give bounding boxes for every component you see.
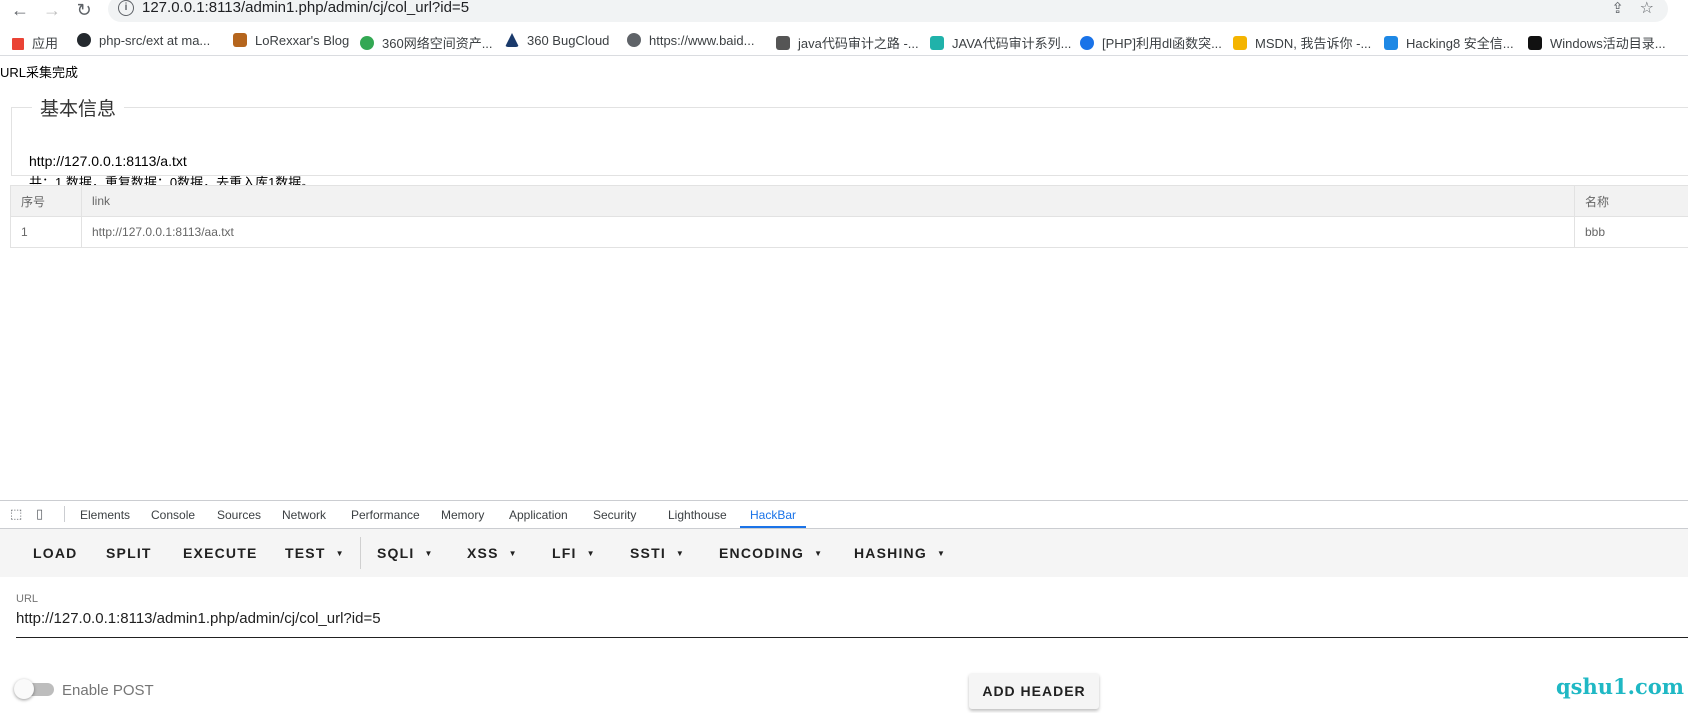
column-header: link: [82, 186, 1575, 217]
apps-grid-icon: [12, 38, 24, 50]
tab-lighthouse[interactable]: Lighthouse: [668, 508, 727, 522]
basic-info-panel: 基本信息 http://127.0.0.1:8113/a.txt 共：1 数据，…: [11, 94, 1688, 176]
bookmark-item[interactable]: Windows活动目录...: [1528, 33, 1666, 52]
caret-down-icon: ▼: [509, 549, 518, 558]
tab-security[interactable]: Security: [593, 508, 636, 522]
address-url[interactable]: 127.0.0.1:8113/admin1.php/admin/cj/col_u…: [142, 0, 469, 16]
bookmarks-bar: 应用 php-src/ext at ma... LoRexxar's Blog …: [0, 29, 1688, 56]
watermark: qshu1.com: [1556, 674, 1684, 699]
bookmark-item[interactable]: 360网络空间资产...: [360, 33, 493, 52]
encoding-dropdown[interactable]: ENCODING▼: [719, 545, 823, 561]
hackbar-toolbar: LOAD SPLIT EXECUTE TEST▼ SQLI▼ XSS▼ LFI▼…: [0, 529, 1688, 577]
results-table: 序号 link 名称 1 http://127.0.0.1:8113/aa.tx…: [10, 185, 1688, 248]
url-input-underline: [16, 637, 1688, 638]
caret-down-icon: ▼: [676, 549, 685, 558]
tab-application[interactable]: Application: [509, 508, 568, 522]
divider: [64, 506, 65, 522]
bookmark-item[interactable]: [PHP]利用dl函数突...: [1080, 33, 1222, 52]
sqli-dropdown[interactable]: SQLI▼: [377, 545, 434, 561]
ssti-dropdown[interactable]: SSTI▼: [630, 545, 685, 561]
toggle-knob[interactable]: [14, 679, 34, 699]
globe-icon: [627, 33, 641, 47]
url-field-label: URL: [16, 593, 38, 605]
tab-memory[interactable]: Memory: [441, 508, 484, 522]
reload-icon[interactable]: ↻: [72, 0, 96, 22]
tab-sources[interactable]: Sources: [217, 508, 261, 522]
panel-legend: 基本信息: [32, 94, 124, 121]
tab-performance[interactable]: Performance: [351, 508, 420, 522]
load-button[interactable]: LOAD: [33, 545, 77, 561]
tab-elements[interactable]: Elements: [80, 508, 130, 522]
bookmark-item[interactable]: LoRexxar's Blog: [233, 33, 349, 48]
360-icon: [360, 36, 374, 50]
lfi-dropdown[interactable]: LFI▼: [552, 545, 596, 561]
tab-hackbar[interactable]: HackBar: [750, 508, 796, 522]
bookmark-item[interactable]: java代码审计之路 -...: [776, 33, 919, 52]
add-header-button[interactable]: ADD HEADER: [969, 673, 1099, 709]
forward-icon[interactable]: →: [40, 0, 64, 22]
split-button[interactable]: SPLIT: [106, 545, 152, 561]
caret-down-icon: ▼: [336, 549, 345, 558]
msdn-icon: [1233, 36, 1247, 50]
bookmark-item[interactable]: php-src/ext at ma...: [77, 33, 210, 48]
toolbar-divider: [360, 537, 361, 569]
url-input[interactable]: http://127.0.0.1:8113/admin1.php/admin/c…: [16, 610, 381, 627]
java-icon: [776, 36, 790, 50]
table-cell: 1: [11, 217, 82, 248]
device-toolbar-icon[interactable]: ▯: [36, 507, 50, 521]
github-icon: [77, 33, 91, 47]
bookmark-item[interactable]: MSDN, 我告诉你 -...: [1233, 33, 1371, 52]
bookmark-item[interactable]: https://www.baid...: [627, 33, 755, 48]
windows-icon: [1528, 36, 1542, 50]
tab-console[interactable]: Console: [151, 508, 195, 522]
caret-down-icon: ▼: [814, 549, 823, 558]
tab-network[interactable]: Network: [282, 508, 326, 522]
column-header: 序号: [11, 186, 82, 217]
table-row: 1 http://127.0.0.1:8113/aa.txt bbb: [11, 217, 1688, 248]
devtools-panel: ⬚ ▯ Elements Console Sources Network Per…: [0, 500, 1688, 713]
inspect-element-icon[interactable]: ⬚: [10, 507, 24, 521]
table-cell: bbb: [1575, 217, 1688, 248]
column-header: 名称: [1575, 186, 1688, 217]
bookmark-item[interactable]: JAVA代码审计系列...: [930, 33, 1071, 52]
test-dropdown[interactable]: TEST▼: [285, 545, 345, 561]
devtools-tabbar: ⬚ ▯ Elements Console Sources Network Per…: [0, 501, 1688, 529]
site-info-icon[interactable]: i: [118, 0, 134, 16]
php-icon: [1080, 36, 1094, 50]
execute-button[interactable]: EXECUTE: [183, 545, 258, 561]
bookmark-item[interactable]: 应用: [12, 33, 58, 52]
bookmark-star-icon[interactable]: ☆: [1640, 0, 1654, 18]
enable-post-label: Enable POST: [62, 682, 154, 699]
browser-toolbar: ← → ↻ i 127.0.0.1:8113/admin1.php/admin/…: [0, 0, 1688, 22]
xss-dropdown[interactable]: XSS▼: [467, 545, 518, 561]
blog-icon: [233, 33, 247, 47]
caret-down-icon: ▼: [424, 549, 433, 558]
table-cell: http://127.0.0.1:8113/aa.txt: [82, 217, 1575, 248]
status-message: URL采集完成: [0, 62, 78, 81]
address-bar[interactable]: i 127.0.0.1:8113/admin1.php/admin/cj/col…: [108, 0, 1668, 22]
back-icon[interactable]: ←: [8, 0, 32, 22]
table-header-row: 序号 link 名称: [11, 186, 1688, 217]
caret-down-icon: ▼: [937, 549, 946, 558]
caret-down-icon: ▼: [587, 549, 596, 558]
active-tab-indicator: [740, 526, 806, 528]
share-icon[interactable]: ⇪: [1611, 0, 1624, 17]
bugcloud-icon: [505, 33, 519, 47]
hacking8-icon: [1384, 36, 1398, 50]
bookmark-item[interactable]: 360 BugCloud: [505, 33, 609, 48]
bookmark-item[interactable]: Hacking8 安全信...: [1384, 33, 1514, 52]
source-url: http://127.0.0.1:8113/a.txt: [29, 153, 187, 169]
wechat-icon: [930, 36, 944, 50]
hashing-dropdown[interactable]: HASHING▼: [854, 545, 946, 561]
